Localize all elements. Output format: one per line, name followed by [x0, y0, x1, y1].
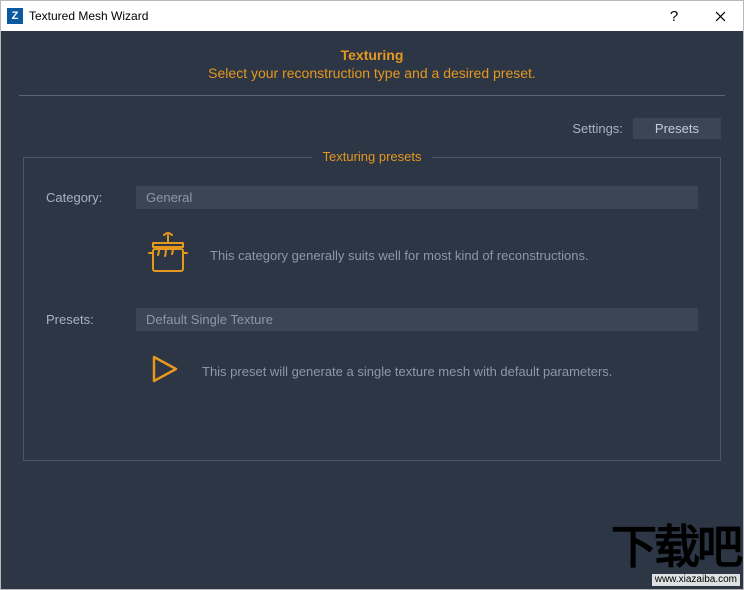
window-title: Textured Mesh Wizard — [29, 9, 148, 23]
page-subtitle: Select your reconstruction type and a de… — [19, 65, 725, 81]
preset-description: This preset will generate a single textu… — [202, 364, 612, 379]
texturing-presets-fieldset: Texturing presets Category: General — [23, 157, 721, 461]
app-icon: Z — [7, 8, 23, 24]
fieldset-legend: Texturing presets — [313, 149, 432, 164]
preset-select[interactable]: Default Single Texture — [136, 308, 698, 331]
presets-label: Presets: — [46, 312, 122, 327]
dialog-window: Z Textured Mesh Wizard ? Texturing Selec… — [0, 0, 744, 590]
settings-label: Settings: — [572, 121, 623, 136]
category-label: Category: — [46, 190, 122, 205]
divider — [19, 95, 725, 96]
titlebar: Z Textured Mesh Wizard ? — [1, 1, 743, 31]
preset-desc-row: This preset will generate a single textu… — [46, 343, 698, 400]
dialog-content: Texturing Select your reconstruction typ… — [1, 31, 743, 589]
category-select[interactable]: General — [136, 186, 698, 209]
page-title: Texturing — [19, 47, 725, 63]
category-desc-row: This category generally suits well for m… — [46, 221, 698, 308]
close-icon — [715, 11, 726, 22]
close-button[interactable] — [697, 1, 743, 31]
presets-row: Presets: Default Single Texture — [46, 308, 698, 331]
presets-button[interactable]: Presets — [633, 118, 721, 139]
help-icon: ? — [670, 8, 678, 25]
play-icon — [146, 351, 182, 392]
category-row: Category: General — [46, 186, 698, 209]
category-description: This category generally suits well for m… — [210, 248, 589, 263]
pot-icon — [146, 229, 190, 282]
header-block: Texturing Select your reconstruction typ… — [19, 41, 725, 95]
help-button[interactable]: ? — [651, 1, 697, 31]
